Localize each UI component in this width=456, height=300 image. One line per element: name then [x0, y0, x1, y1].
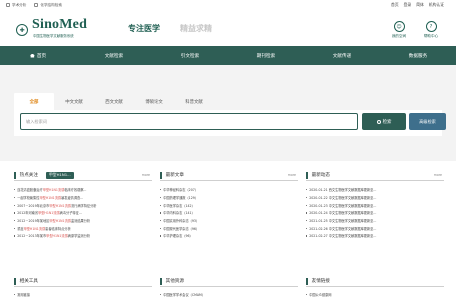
- list-item[interactable]: 常用链接: [14, 292, 152, 297]
- tools-panel: 相关工具 常用链接: [14, 276, 152, 300]
- help-icon: ?: [425, 21, 437, 32]
- academic-analysis-link[interactable]: 学术分析: [6, 3, 26, 8]
- site-header: ✚ SinoMed 中国生物医学文献服务系统 专注医学 精益求精 ☺ 我的空间 …: [0, 10, 456, 42]
- panel-title: 热点关注: [19, 173, 38, 178]
- nav-item-home[interactable]: 首页: [0, 53, 76, 59]
- list-item[interactable]: 重症 甲型H1N1流感 患者临床特点分析: [14, 224, 152, 232]
- list-item[interactable]: 中华神经科杂志（207）: [160, 186, 298, 194]
- list-item[interactable]: 2021-02-26 中文生物医学文献数据库更新至...: [306, 224, 444, 232]
- list-item[interactable]: 中国医学学术会议（CMAM）: [160, 292, 298, 297]
- list-item[interactable]: 中华护理杂志（96）: [160, 232, 298, 240]
- advanced-search-button[interactable]: 高级检索: [409, 113, 446, 130]
- tab-chinese[interactable]: 中文文献: [54, 93, 94, 110]
- list-item[interactable]: 2007－2019年北京市 甲型H1N1流感 流行病学特征分析: [14, 201, 152, 209]
- list-item[interactable]: 中华医学杂志（142）: [160, 201, 298, 209]
- search-box: 输入检索词 检索 高级检索: [14, 110, 446, 136]
- institution-auth-link[interactable]: 机构认证: [429, 2, 444, 8]
- top-utility-bar: 学术分析 化学结构检索 首页 登录 简体 机构认证: [0, 0, 456, 10]
- search-button[interactable]: 检索: [362, 113, 406, 130]
- language-link[interactable]: 简体: [416, 2, 424, 8]
- list-item[interactable]: 一起学校聚集性 甲型H1N1流感 暴发疫情调查...: [14, 194, 152, 202]
- help-center-button[interactable]: ? 帮助中心: [418, 21, 444, 39]
- search-icon: [376, 119, 381, 124]
- home-link[interactable]: 首页: [391, 2, 399, 8]
- logo-emblem-icon[interactable]: ✚: [16, 24, 28, 36]
- user-icon: ☺: [393, 21, 405, 32]
- panel-title: 最新动态: [311, 173, 330, 178]
- services-panel: 其他资源 中国医学学术会议（CMAM）: [160, 276, 298, 300]
- tab-thesis[interactable]: 博硕论文: [134, 93, 174, 110]
- nav-item-citation-search[interactable]: 引文检索: [152, 53, 228, 59]
- new-articles-panel: 最新文章 more 中华神经科杂志（207） 中国药理学通报（129） 中华医学杂志…: [160, 170, 298, 260]
- slogan-secondary: 精益求精: [180, 24, 212, 33]
- nav-item-data-service[interactable]: 数据服务: [380, 53, 456, 59]
- list-item[interactable]: 2020-01-21 西文生物医学文献数据库更新至...: [306, 186, 444, 194]
- list-item[interactable]: 中国药理学通报（129）: [160, 194, 298, 202]
- more-link[interactable]: more: [142, 173, 150, 177]
- hot-topics-panel: 热点关注 甲型H1N1... more 连花清瘟胶囊治疗 甲型H1N1流感 临床疗效…: [14, 170, 152, 260]
- hot-topic-badge[interactable]: 甲型H1N1...: [45, 171, 74, 179]
- list-item[interactable]: 2020-01-24 中文生物医学文献数据库更新至...: [306, 209, 444, 217]
- chemical-search-link[interactable]: 化学结构检索: [34, 3, 62, 8]
- list-item[interactable]: 2012－2013年某市 甲型H1N1流感 病原学监测分析: [14, 232, 152, 240]
- login-link[interactable]: 登录: [404, 2, 412, 8]
- panel-title: 相关工具: [19, 279, 38, 284]
- list-item[interactable]: 中国公众健康网: [306, 292, 444, 297]
- chart-icon: [6, 3, 10, 7]
- nav-item-document-delivery[interactable]: 文献传递: [304, 53, 380, 59]
- my-space-button[interactable]: ☺ 我的空间: [386, 21, 412, 39]
- more-link[interactable]: more: [434, 173, 442, 177]
- site-logo[interactable]: SinoMed: [32, 17, 87, 33]
- main-nav: 首页 文献检索 引文检索 期刊检索 文献传递 数据服务: [0, 46, 456, 65]
- tab-all[interactable]: 全部: [14, 93, 54, 110]
- panel-title: 其他资源: [165, 279, 184, 284]
- nav-item-journal-search[interactable]: 期刊检索: [228, 53, 304, 59]
- nav-item-literature-search[interactable]: 文献检索: [76, 53, 152, 59]
- search-input[interactable]: 输入检索词: [20, 113, 358, 130]
- list-item[interactable]: 2021-01-25 中文生物医学文献数据库更新至...: [306, 217, 444, 225]
- search-tabs: 全部 中文文献 西文文献 博硕论文 科普文献: [14, 93, 214, 110]
- list-item[interactable]: 2020-01-23 中文生物医学文献数据库更新至...: [306, 201, 444, 209]
- links-panel: 友情链接 中国公众健康网: [306, 276, 444, 300]
- tab-popular-science[interactable]: 科普文献: [174, 93, 214, 110]
- list-item[interactable]: 2021-02-27 中文生物医学文献数据库更新至...: [306, 232, 444, 240]
- list-item[interactable]: 连花清瘟胶囊治疗 甲型H1N1流感 临床疗效观察...: [14, 186, 152, 194]
- list-item[interactable]: 中国实用外科杂志（93）: [160, 217, 298, 225]
- list-item[interactable]: 2012年河南省 甲型H1N1流感 病毒分子特征...: [14, 209, 152, 217]
- list-item[interactable]: 2020-01-22 中文生物医学文献数据库更新至...: [306, 194, 444, 202]
- more-link[interactable]: more: [288, 173, 296, 177]
- news-panel: 最新动态 more 2020-01-21 西文生物医学文献数据库更新至... 20…: [306, 170, 444, 260]
- panel-title: 最新文章: [165, 173, 184, 178]
- site-subtitle: 中国生物医学文献服务系统: [33, 34, 74, 38]
- list-item[interactable]: 2012－2019年某地区 甲型H1N1流感 监测结果分析: [14, 217, 152, 225]
- list-item[interactable]: 中华内科杂志（141）: [160, 209, 298, 217]
- tab-western[interactable]: 西文文献: [94, 93, 134, 110]
- list-item[interactable]: 中国现代医学杂志（96）: [160, 224, 298, 232]
- home-icon: [29, 53, 35, 58]
- slogan-primary: 专注医学: [128, 24, 160, 33]
- molecule-icon: [34, 3, 39, 7]
- panel-title: 友情链接: [311, 279, 330, 284]
